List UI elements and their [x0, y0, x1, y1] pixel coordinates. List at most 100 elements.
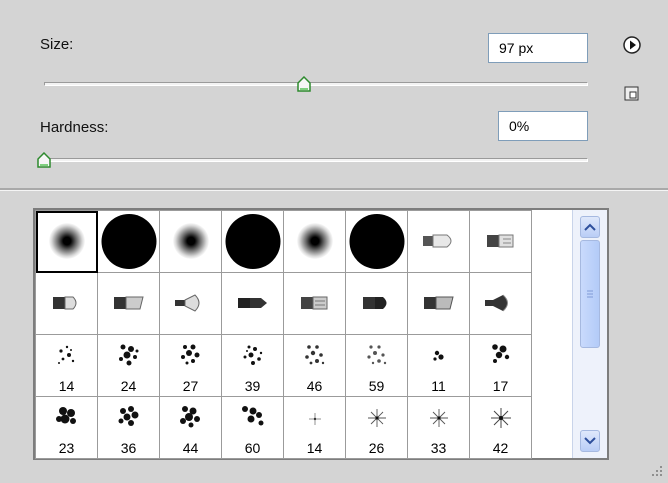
brush-preset-wide-fan[interactable]: [469, 272, 532, 335]
texture-brush-icon: [55, 407, 76, 424]
brush-preset-chisel[interactable]: [221, 272, 284, 335]
brush-size-label: 36: [120, 440, 137, 456]
brush-list-scrollbar[interactable]: [572, 210, 607, 458]
star-brush-icon: [429, 409, 448, 427]
star-brush-icon: [490, 408, 511, 428]
scatter-brush-icon: [304, 345, 324, 365]
scatter-brush-icon: [432, 350, 444, 361]
hardness-input[interactable]: 0%: [498, 111, 588, 141]
texture-brush-icon: [118, 406, 138, 426]
round-flat-brush-icon: [362, 297, 386, 309]
scatter-brush-icon: [491, 344, 509, 363]
bullet-brush-icon: [422, 234, 451, 248]
brush-preset-scatter[interactable]: 24: [97, 334, 160, 397]
brush-size-label: 14: [306, 440, 323, 456]
fan-brush-icon: [174, 294, 199, 312]
size-input[interactable]: 97 px: [488, 33, 588, 63]
chisel-brush-icon: [237, 298, 267, 308]
angled-flat-brush-icon: [423, 296, 454, 310]
size-slider-thumb[interactable]: [296, 75, 312, 92]
angled-brush-icon: [113, 296, 144, 310]
brush-size-label: 33: [430, 440, 447, 456]
scroll-thumb[interactable]: [580, 240, 600, 348]
texture-brush-icon: [241, 406, 263, 426]
new-preset-icon[interactable]: [624, 86, 640, 102]
section-divider: [0, 188, 668, 191]
brush-preset-texture[interactable]: 60: [221, 396, 284, 459]
scatter-brush-icon: [118, 344, 138, 366]
brush-preset-star[interactable]: 42: [469, 396, 532, 459]
square-flat-brush-icon: [300, 296, 327, 310]
hard-round-brush-icon: [349, 214, 404, 269]
brush-preset-scatter[interactable]: 14: [35, 334, 98, 397]
hard-round-brush-icon: [225, 214, 280, 269]
brush-size-label: 27: [182, 378, 199, 394]
brush-size-label: 14: [58, 378, 75, 394]
brush-preset-bullet[interactable]: [407, 210, 470, 273]
play-circle-icon[interactable]: [622, 35, 642, 55]
brush-row: [35, 272, 532, 335]
chevron-up-icon: [584, 223, 596, 231]
scatter-brush-icon: [57, 345, 74, 364]
size-slider-track[interactable]: [44, 82, 588, 86]
brush-size-label: 26: [368, 440, 385, 456]
brush-size-label: 60: [244, 440, 261, 456]
chevron-down-icon: [584, 437, 596, 445]
brush-preset-scatter[interactable]: 59: [345, 334, 408, 397]
brush-preset-scatter[interactable]: 27: [159, 334, 222, 397]
brush-preset-texture[interactable]: 36: [97, 396, 160, 459]
flat-brush-icon: [52, 296, 76, 310]
brush-preset-star[interactable]: 33: [407, 396, 470, 459]
brush-preset-hard-round[interactable]: [345, 210, 408, 273]
scroll-down-button[interactable]: [580, 430, 600, 452]
scroll-up-button[interactable]: [580, 216, 600, 238]
brush-preset-square[interactable]: [469, 210, 532, 273]
brush-preset-angled-flat[interactable]: [407, 272, 470, 335]
size-label: Size:: [40, 36, 74, 53]
brush-preset-hard-round[interactable]: [97, 210, 160, 273]
brush-preset-angled[interactable]: [97, 272, 160, 335]
brush-row: 23 36 44 60 14 26 33 42: [35, 396, 532, 459]
soft-round-brush-icon: [172, 223, 209, 259]
brush-preset-soft-round[interactable]: [159, 210, 222, 273]
resize-grip-icon[interactable]: [648, 462, 664, 478]
scatter-brush-icon: [180, 344, 199, 365]
brush-preset-scatter[interactable]: 46: [283, 334, 346, 397]
brush-size-label: 59: [368, 378, 385, 394]
brush-size-label: 44: [182, 440, 199, 456]
brush-preset-flat[interactable]: [35, 272, 98, 335]
grip-lines-icon: [587, 290, 593, 298]
brush-size-label: 42: [492, 440, 509, 456]
brush-size-label: 23: [58, 440, 75, 456]
brush-preset-square-flat[interactable]: [283, 272, 346, 335]
brush-preset-grid: 14 24 27 39 46 59 11 17 23 36 44 60 14 2…: [33, 208, 609, 460]
brush-preset-fan[interactable]: [159, 272, 222, 335]
hardness-label: Hardness:: [40, 119, 109, 136]
scatter-brush-icon: [366, 345, 386, 365]
brush-preset-hard-round[interactable]: [221, 210, 284, 273]
soft-round-brush-icon: [48, 223, 85, 259]
scatter-brush-icon: [243, 345, 262, 365]
hardness-slider-thumb[interactable]: [36, 151, 52, 168]
brush-preset-scatter[interactable]: 39: [221, 334, 284, 397]
hard-round-brush-icon: [101, 214, 156, 269]
brush-preset-star[interactable]: 26: [345, 396, 408, 459]
brush-row: [35, 210, 532, 273]
brush-preset-scatter[interactable]: 11: [407, 334, 470, 397]
brush-size-label: 11: [431, 378, 446, 394]
brush-preset-texture[interactable]: 23: [35, 396, 98, 459]
brush-preset-star[interactable]: 14: [283, 396, 346, 459]
brush-size-label: 39: [244, 378, 261, 394]
brush-preset-texture[interactable]: 44: [159, 396, 222, 459]
brush-size-label: 24: [120, 378, 137, 394]
hardness-slider-track[interactable]: [44, 158, 588, 162]
wide-fan-brush-icon: [484, 294, 508, 312]
texture-brush-icon: [179, 406, 200, 428]
brush-preset-soft-round[interactable]: [283, 210, 346, 273]
brush-preset-scatter[interactable]: 17: [469, 334, 532, 397]
star-brush-icon: [308, 413, 321, 425]
star-brush-icon: [367, 409, 386, 427]
brush-preset-soft-round[interactable]: [35, 210, 98, 273]
brush-table: 14 24 27 39 46 59 11 17 23 36 44 60 14 2…: [35, 210, 532, 459]
brush-preset-round-flat[interactable]: [345, 272, 408, 335]
